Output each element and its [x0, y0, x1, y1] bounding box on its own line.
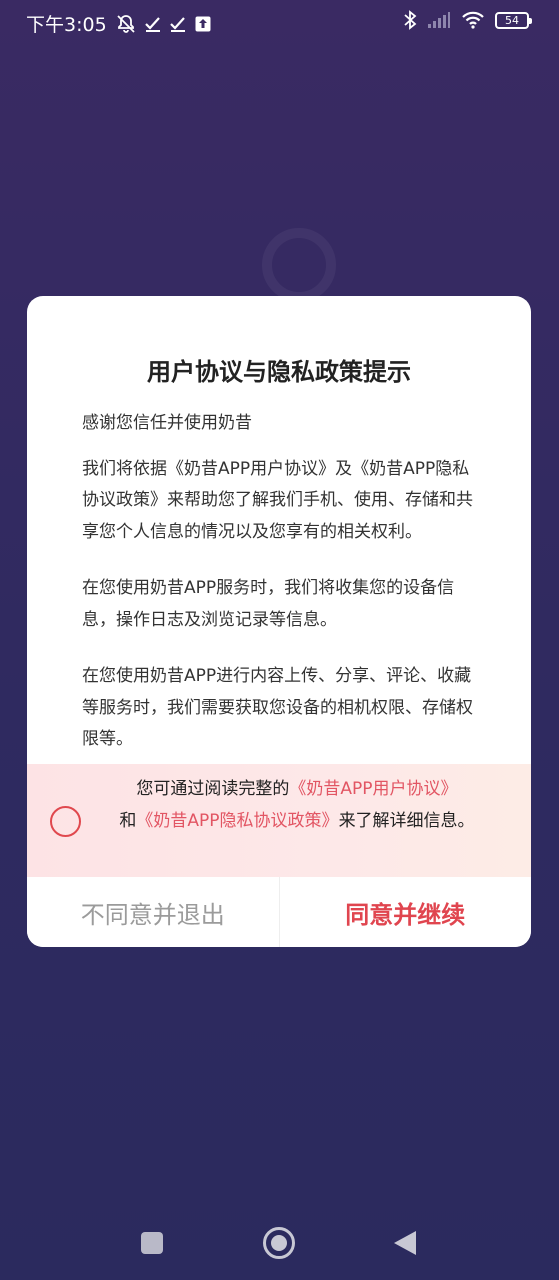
check-icon — [169, 16, 186, 32]
upload-icon — [195, 16, 211, 32]
privacy-policy-link[interactable]: 《奶昔APP隐私协议政策》 — [136, 811, 338, 831]
consent-prefix: 您可通过阅读完整的 — [136, 779, 290, 799]
permissions-paragraph: 在您使用奶昔APP进行内容上传、分享、评论、收藏等服务时，我们需要获取您设备的相… — [82, 666, 473, 749]
consent-text: 您可通过阅读完整的《奶昔APP用户协议》 和《奶昔APP隐私协议政策》来了解详细… — [115, 773, 479, 837]
battery-level: 54 — [505, 13, 519, 27]
privacy-dialog: 用户协议与隐私政策提示 感谢您信任并使用奶昔 我们将依据《奶昔APP用户协议》及… — [27, 296, 531, 947]
bluetooth-icon — [403, 10, 417, 30]
dialog-title: 用户协议与隐私政策提示 — [147, 358, 411, 386]
back-icon[interactable] — [394, 1231, 416, 1255]
consent-radio[interactable] — [50, 806, 81, 837]
agree-continue-button[interactable]: 同意并继续 — [280, 877, 532, 947]
status-bar: 下午3:05 54 — [0, 0, 559, 42]
home-icon[interactable] — [263, 1227, 295, 1259]
status-time: 下午3:05 — [26, 14, 107, 36]
data-collection-paragraph: 在您使用奶昔APP服务时，我们将收集您的设备信息，操作日志及浏览记录等信息。 — [82, 578, 455, 630]
user-agreement-link[interactable]: 《奶昔APP用户协议》 — [289, 779, 457, 799]
recent-apps-icon[interactable] — [141, 1232, 163, 1254]
agreement-paragraph: 我们将依据《奶昔APP用户协议》及《奶昔APP隐私协议政策》来帮助您了解我们手机… — [82, 458, 473, 542]
consent-section: 您可通过阅读完整的《奶昔APP用户协议》 和《奶昔APP隐私协议政策》来了解详细… — [27, 764, 531, 877]
signal-icon — [427, 11, 451, 29]
battery-icon: 54 — [495, 11, 532, 29]
check-icon — [144, 16, 161, 32]
dialog-body[interactable]: 感谢您信任并使用奶昔 我们将依据《奶昔APP用户协议》及《奶昔APP隐私协议政策… — [82, 408, 482, 764]
consent-suffix: 来了解详细信息。 — [338, 811, 475, 831]
consent-and: 和 — [119, 811, 137, 831]
navigation-bar — [0, 1218, 559, 1268]
disagree-exit-button[interactable]: 不同意并退出 — [27, 877, 280, 947]
wifi-icon — [461, 11, 485, 29]
mute-bell-icon — [116, 14, 136, 34]
app-logo-watermark — [262, 228, 336, 302]
dialog-actions: 不同意并退出 同意并继续 — [27, 877, 531, 947]
intro-paragraph: 感谢您信任并使用奶昔 — [82, 413, 252, 433]
